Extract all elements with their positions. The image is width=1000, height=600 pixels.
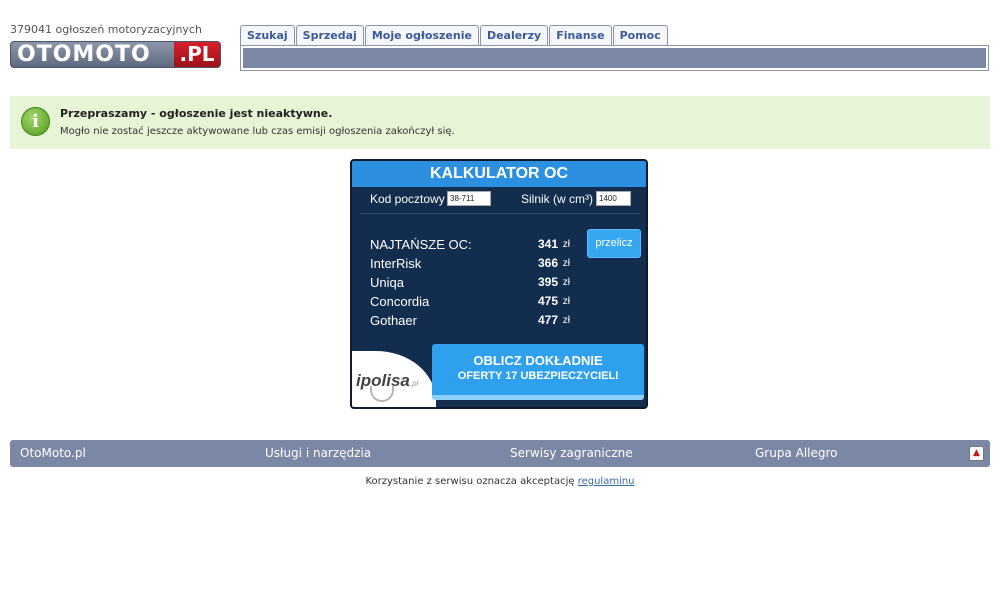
quote-currency: zł xyxy=(562,277,570,288)
recalculate-button[interactable]: przelicz xyxy=(587,229,641,258)
quote-currency: zł xyxy=(562,315,570,326)
quote-row: NAJTAŃSZE OC: 341 zł xyxy=(370,237,570,256)
quote-currency: zł xyxy=(562,239,570,250)
footer-link-allegro[interactable]: Grupa Allegro xyxy=(755,446,838,460)
engine-label: Silnik (w cm³) xyxy=(521,192,593,206)
quote-row: Uniqa 395 zł xyxy=(370,275,570,294)
quote-price: 341 xyxy=(537,237,558,251)
quote-price: 475 xyxy=(537,294,558,308)
notice-text: Mogło nie zostać jeszcze aktywowane lub … xyxy=(60,126,455,137)
ad-count: 379041 ogłoszeń motoryzacyjnych xyxy=(10,23,202,36)
logo-wordmark: OTOMOTO xyxy=(17,42,151,67)
quote-name: Uniqa xyxy=(370,275,404,290)
footer-link-otomoto[interactable]: OtoMoto.pl xyxy=(20,446,86,460)
terms-notice: Korzystanie z serwisu oznacza akceptację… xyxy=(0,476,1000,487)
quote-list: NAJTAŃSZE OC: 341 zł InterRisk 366 zł Un… xyxy=(370,237,570,332)
tab-pomoc[interactable]: Pomoc xyxy=(612,25,668,46)
engine-input[interactable] xyxy=(596,191,631,206)
footer-link-uslugi[interactable]: Usługi i narzędzia xyxy=(265,446,371,460)
tab-finanse[interactable]: Finanse xyxy=(549,25,612,46)
shield-icon xyxy=(370,386,394,402)
tab-szukaj[interactable]: Szukaj xyxy=(240,25,295,46)
sub-nav-bar xyxy=(240,45,989,71)
cta-line1: OBLICZ DOKŁADNIE xyxy=(473,353,603,368)
calculate-exactly-button[interactable]: OBLICZ DOKŁADNIE OFERTY 17 UBEZPIECZYCIE… xyxy=(432,344,644,400)
quote-name: Gothaer xyxy=(370,313,417,328)
footer-link-serwisy[interactable]: Serwisy zagraniczne xyxy=(510,446,633,460)
main-tabs: Szukaj Sprzedaj Moje ogłoszenie Dealerzy… xyxy=(240,25,669,46)
sub-nav-bar-fill xyxy=(243,48,986,68)
tab-sprzedaj[interactable]: Sprzedaj xyxy=(295,25,364,46)
quote-currency: zł xyxy=(562,258,570,269)
quote-name: Concordia xyxy=(370,294,430,309)
quote-name: NAJTAŃSZE OC: xyxy=(370,237,472,252)
oc-calculator: KALKULATOR OC Kod pocztowy Silnik (w cm³… xyxy=(350,159,648,409)
terms-link[interactable]: regulaminu xyxy=(578,476,635,487)
info-icon: i xyxy=(21,107,50,136)
tab-dealerzy[interactable]: Dealerzy xyxy=(479,25,549,46)
quote-price: 395 xyxy=(537,275,558,289)
scroll-top-icon[interactable]: ▲ xyxy=(969,446,984,461)
calculator-inputs: Kod pocztowy Silnik (w cm³) xyxy=(352,191,646,213)
calculator-divider xyxy=(360,213,640,214)
footer-bar: OtoMoto.pl Usługi i narzędzia Serwisy za… xyxy=(10,440,990,467)
calculator-title: KALKULATOR OC xyxy=(352,161,646,187)
tab-moje-ogloszenie[interactable]: Moje ogłoszenie xyxy=(364,25,479,46)
otomoto-logo[interactable]: OTOMOTO .PL xyxy=(10,41,221,68)
quote-price: 477 xyxy=(537,313,558,327)
quote-currency: zł xyxy=(562,296,570,307)
inactive-ad-notice: i Przepraszamy - ogłoszenie jest nieakty… xyxy=(10,96,990,149)
postal-code-input[interactable] xyxy=(447,191,491,206)
ipolisa-suffix: .pl xyxy=(409,379,419,388)
cta-line2: OFERTY 17 UBEZPIECZYCIELI xyxy=(457,370,619,382)
postal-code-label: Kod pocztowy xyxy=(370,192,445,206)
quote-row: Concordia 475 zł xyxy=(370,294,570,313)
logo-tld: .PL xyxy=(174,42,220,67)
quote-name: InterRisk xyxy=(370,256,422,271)
quote-price: 366 xyxy=(537,256,558,270)
ipolisa-logo[interactable]: ipolisa.pl xyxy=(352,351,436,407)
quote-row: InterRisk 366 zł xyxy=(370,256,570,275)
terms-text: Korzystanie z serwisu oznacza akceptację xyxy=(365,476,575,487)
notice-title: Przepraszamy - ogłoszenie jest nieaktywn… xyxy=(60,107,333,120)
quote-row: Gothaer 477 zł xyxy=(370,313,570,332)
